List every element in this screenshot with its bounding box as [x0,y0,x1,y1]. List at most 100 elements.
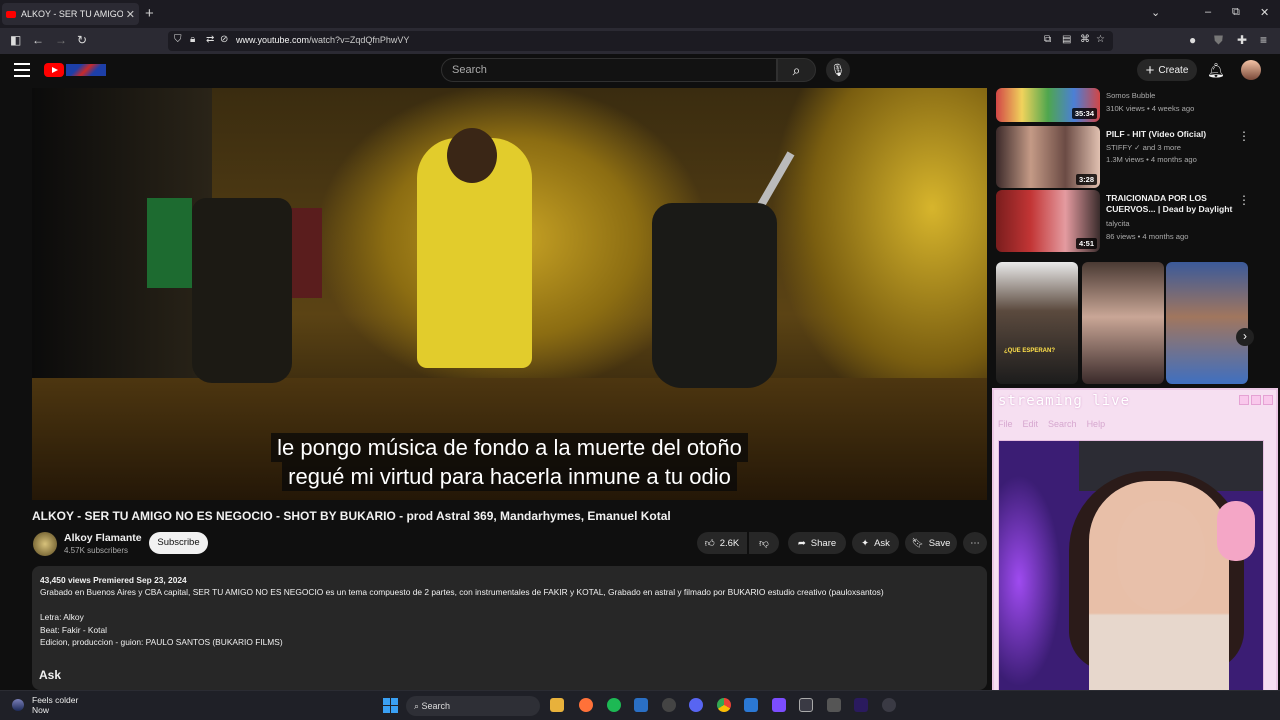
maximize-button[interactable]: ⧉ [1232,6,1240,19]
chevron-right-icon[interactable]: › [1236,328,1254,346]
extensions-puzzle-icon[interactable]: ✚ [1237,33,1247,47]
close-tab-icon[interactable]: ✕ [126,8,135,21]
search-icon[interactable]: ⌕ [777,58,816,82]
video-frame-green-wall [147,198,192,288]
description-box[interactable]: 43,450 views Premiered Sep 23, 2024 Grab… [32,566,987,690]
video-player[interactable]: le pongo música de fondo a la muerte del… [32,88,987,500]
weather-widget[interactable]: Feels colder Now [10,695,78,715]
browser-tab[interactable]: ALKOY - SER TU AMIGO NO ES ✕ [2,3,139,25]
tab-list-button[interactable]: ⌄ [1151,6,1160,19]
minimize-button[interactable]: – [1205,6,1211,18]
dislike-button[interactable]: 👎︎ [749,532,779,554]
translate-icon[interactable]: ⌘ [1080,34,1090,45]
hamburger-menu-icon[interactable] [14,63,30,77]
youtube-logo-icon[interactable] [44,63,64,77]
lock-icon: 🔒︎ [190,34,196,45]
extension-icon[interactable]: ● [1189,33,1196,47]
discord-icon[interactable] [689,698,703,712]
rec-views: 86 views • 4 months ago [1106,232,1189,241]
obs-icon[interactable] [827,698,841,712]
store-icon[interactable] [744,698,758,712]
more-options-icon[interactable]: ⋮ [1238,129,1250,143]
webcam-streamer-face [1117,501,1205,611]
sidebar-icon[interactable]: ◧ [10,33,21,47]
stream-close-icon[interactable] [1263,395,1273,405]
create-label: Create [1158,64,1189,76]
forward-icon[interactable]: → [55,33,67,47]
vpn-icon[interactable]: ⛊ [1214,33,1223,48]
channel-avatar[interactable] [33,532,57,556]
rec-title[interactable]: TRAICIONADA POR LOS CUERVOS... | Dead by… [1106,193,1236,215]
recommendation-item[interactable]: 35:34 Somos Bubble 310K views • 4 weeks … [996,88,1254,124]
stream-menu-help[interactable]: Help [1087,419,1106,429]
more-actions-icon[interactable]: ⋯ [963,532,987,554]
like-button[interactable]: 👍︎ 2.6K [697,532,747,554]
subtitle-line: regué mi virtud para hacerla inmune a tu… [282,462,737,491]
app-icon[interactable] [662,698,676,712]
stream-menu-edit[interactable]: Edit [1023,419,1039,429]
url-text[interactable]: www.youtube.com/watch?v=ZqdQfnPhwVY [236,35,409,45]
tracking-icon[interactable]: ⊘ [220,34,228,45]
stream-menu-file[interactable]: File [998,419,1013,429]
reader-view-icon[interactable]: ▤ [1062,34,1071,45]
app-icon[interactable] [772,698,786,712]
subscribe-button[interactable]: Subscribe [149,532,208,554]
app-icon[interactable] [882,698,896,712]
permissions-icon[interactable]: ⇄ [206,34,214,45]
ask-button[interactable]: ✦ Ask [852,532,899,554]
video-duration: 3:28 [1075,174,1097,185]
short-thumbnail[interactable] [1166,262,1248,384]
share-button[interactable]: ➦ Share [788,532,846,554]
description-line: Grabado en Buenos Aires y CBA capital, S… [40,587,884,598]
back-icon[interactable]: ← [32,33,44,47]
account-avatar[interactable] [1241,60,1261,80]
rec-channel[interactable]: Somos Bubble [1106,91,1155,100]
new-tab-button[interactable]: + [145,5,154,22]
firefox-icon[interactable] [579,698,593,712]
create-button[interactable]: + Create [1137,59,1197,81]
thumbs-up-icon: 👍︎ [704,538,715,549]
search-field[interactable] [441,58,777,82]
picture-in-picture-icon[interactable]: ⧉ [1044,34,1051,45]
file-explorer-icon[interactable] [550,698,564,712]
short-thumbnail[interactable] [1082,262,1164,384]
more-options-icon[interactable]: ⋮ [1238,193,1250,207]
app-icon[interactable] [799,698,813,712]
pink-headphones [1217,501,1255,561]
weather-moon-icon [12,699,24,711]
rec-channel[interactable]: STIFFY ✓ and 3 more [1106,143,1181,152]
windows-taskbar: Feels colder Now ⌕ Search [0,690,1280,720]
close-window-button[interactable]: ✕ [1260,6,1269,19]
microphone-icon[interactable]: 🎙︎ [826,58,850,82]
bookmark-star-icon[interactable]: ☆ [1096,34,1105,45]
taskbar-search[interactable]: ⌕ Search [406,696,540,716]
stream-minimize-icon[interactable] [1239,395,1249,405]
address-bar[interactable]: ⛉ 🔒︎ ⇄ ⊘ www.youtube.com/watch?v=ZqdQfnP… [168,31,1113,51]
chrome-icon[interactable] [717,698,731,712]
channel-name[interactable]: Alkoy Flamante [64,532,142,544]
taskbar-search-label: Search [421,701,451,711]
notifications-bell-icon[interactable]: 🔔︎ [1207,62,1225,79]
recommendation-item[interactable]: 3:28 PILF - HIT (Video Oficial) ⋮ STIFFY… [996,126,1254,188]
rec-channel[interactable]: talycita [1106,219,1130,228]
rec-title[interactable]: PILF - HIT (Video Oficial) [1106,129,1236,140]
url-host: www.youtube.com [236,35,310,45]
stream-maximize-icon[interactable] [1251,395,1261,405]
shield-icon[interactable]: ⛉ [174,34,182,45]
spotify-icon[interactable] [607,698,621,712]
short-caption: ¿QUE ESPERAN? [1004,348,1056,354]
video-thumbnail[interactable]: 4:51 [996,190,1100,252]
description-line: Beat: Fakir - Kotal [40,624,108,635]
video-thumbnail[interactable]: 3:28 [996,126,1100,188]
search-input[interactable] [452,62,752,78]
short-thumbnail[interactable]: ¿QUE ESPERAN? [996,262,1078,384]
reload-icon[interactable]: ↻ [77,33,87,47]
windows-start-icon[interactable] [383,698,398,713]
premiere-icon[interactable] [854,698,868,712]
steam-icon[interactable] [634,698,648,712]
browser-menu-icon[interactable]: ≡ [1260,33,1267,47]
recommendation-item[interactable]: 4:51 TRAICIONADA POR LOS CUERVOS... | De… [996,190,1254,252]
stream-menu-search[interactable]: Search [1048,419,1077,429]
save-button[interactable]: 🔖︎ Save [905,532,957,554]
video-thumbnail[interactable]: 35:34 [996,88,1100,122]
